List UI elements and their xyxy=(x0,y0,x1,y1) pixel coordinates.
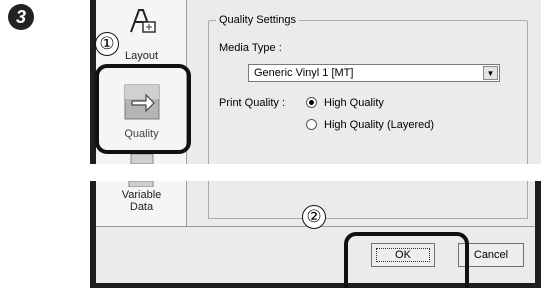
step-number-badge: 3 xyxy=(8,4,34,30)
media-type-value: Generic Vinyl 1 [MT] xyxy=(254,67,354,79)
sidebar-item-label: Variable Data xyxy=(121,189,162,213)
cancel-button-label: Cancel xyxy=(473,249,509,261)
callout-number-1: ① xyxy=(95,32,119,56)
print-quality-label: Print Quality : xyxy=(219,97,286,109)
high-quality-layered-label: High Quality (Layered) xyxy=(324,119,435,131)
callout-number-2: ② xyxy=(302,205,326,229)
media-type-label: Media Type : xyxy=(219,42,282,54)
high-quality-label: High Quality xyxy=(324,97,384,109)
sidebar: Variable Data xyxy=(96,181,187,226)
quality-settings-title: Quality Settings xyxy=(216,14,300,26)
variable-data-icon xyxy=(128,181,154,187)
quality-settings-group xyxy=(208,181,528,219)
dialog-bottom-section: Variable Data OK Cancel xyxy=(90,181,541,288)
ok-callout-box xyxy=(344,232,469,288)
high-quality-layered-radio[interactable] xyxy=(306,119,317,130)
variable-data-icon xyxy=(130,154,154,164)
media-type-select[interactable]: Generic Vinyl 1 [MT] ▼ xyxy=(248,64,500,82)
chevron-down-icon[interactable]: ▼ xyxy=(483,66,498,80)
high-quality-radio[interactable] xyxy=(306,97,317,108)
quality-callout-box xyxy=(95,64,191,154)
layout-icon xyxy=(129,9,156,33)
